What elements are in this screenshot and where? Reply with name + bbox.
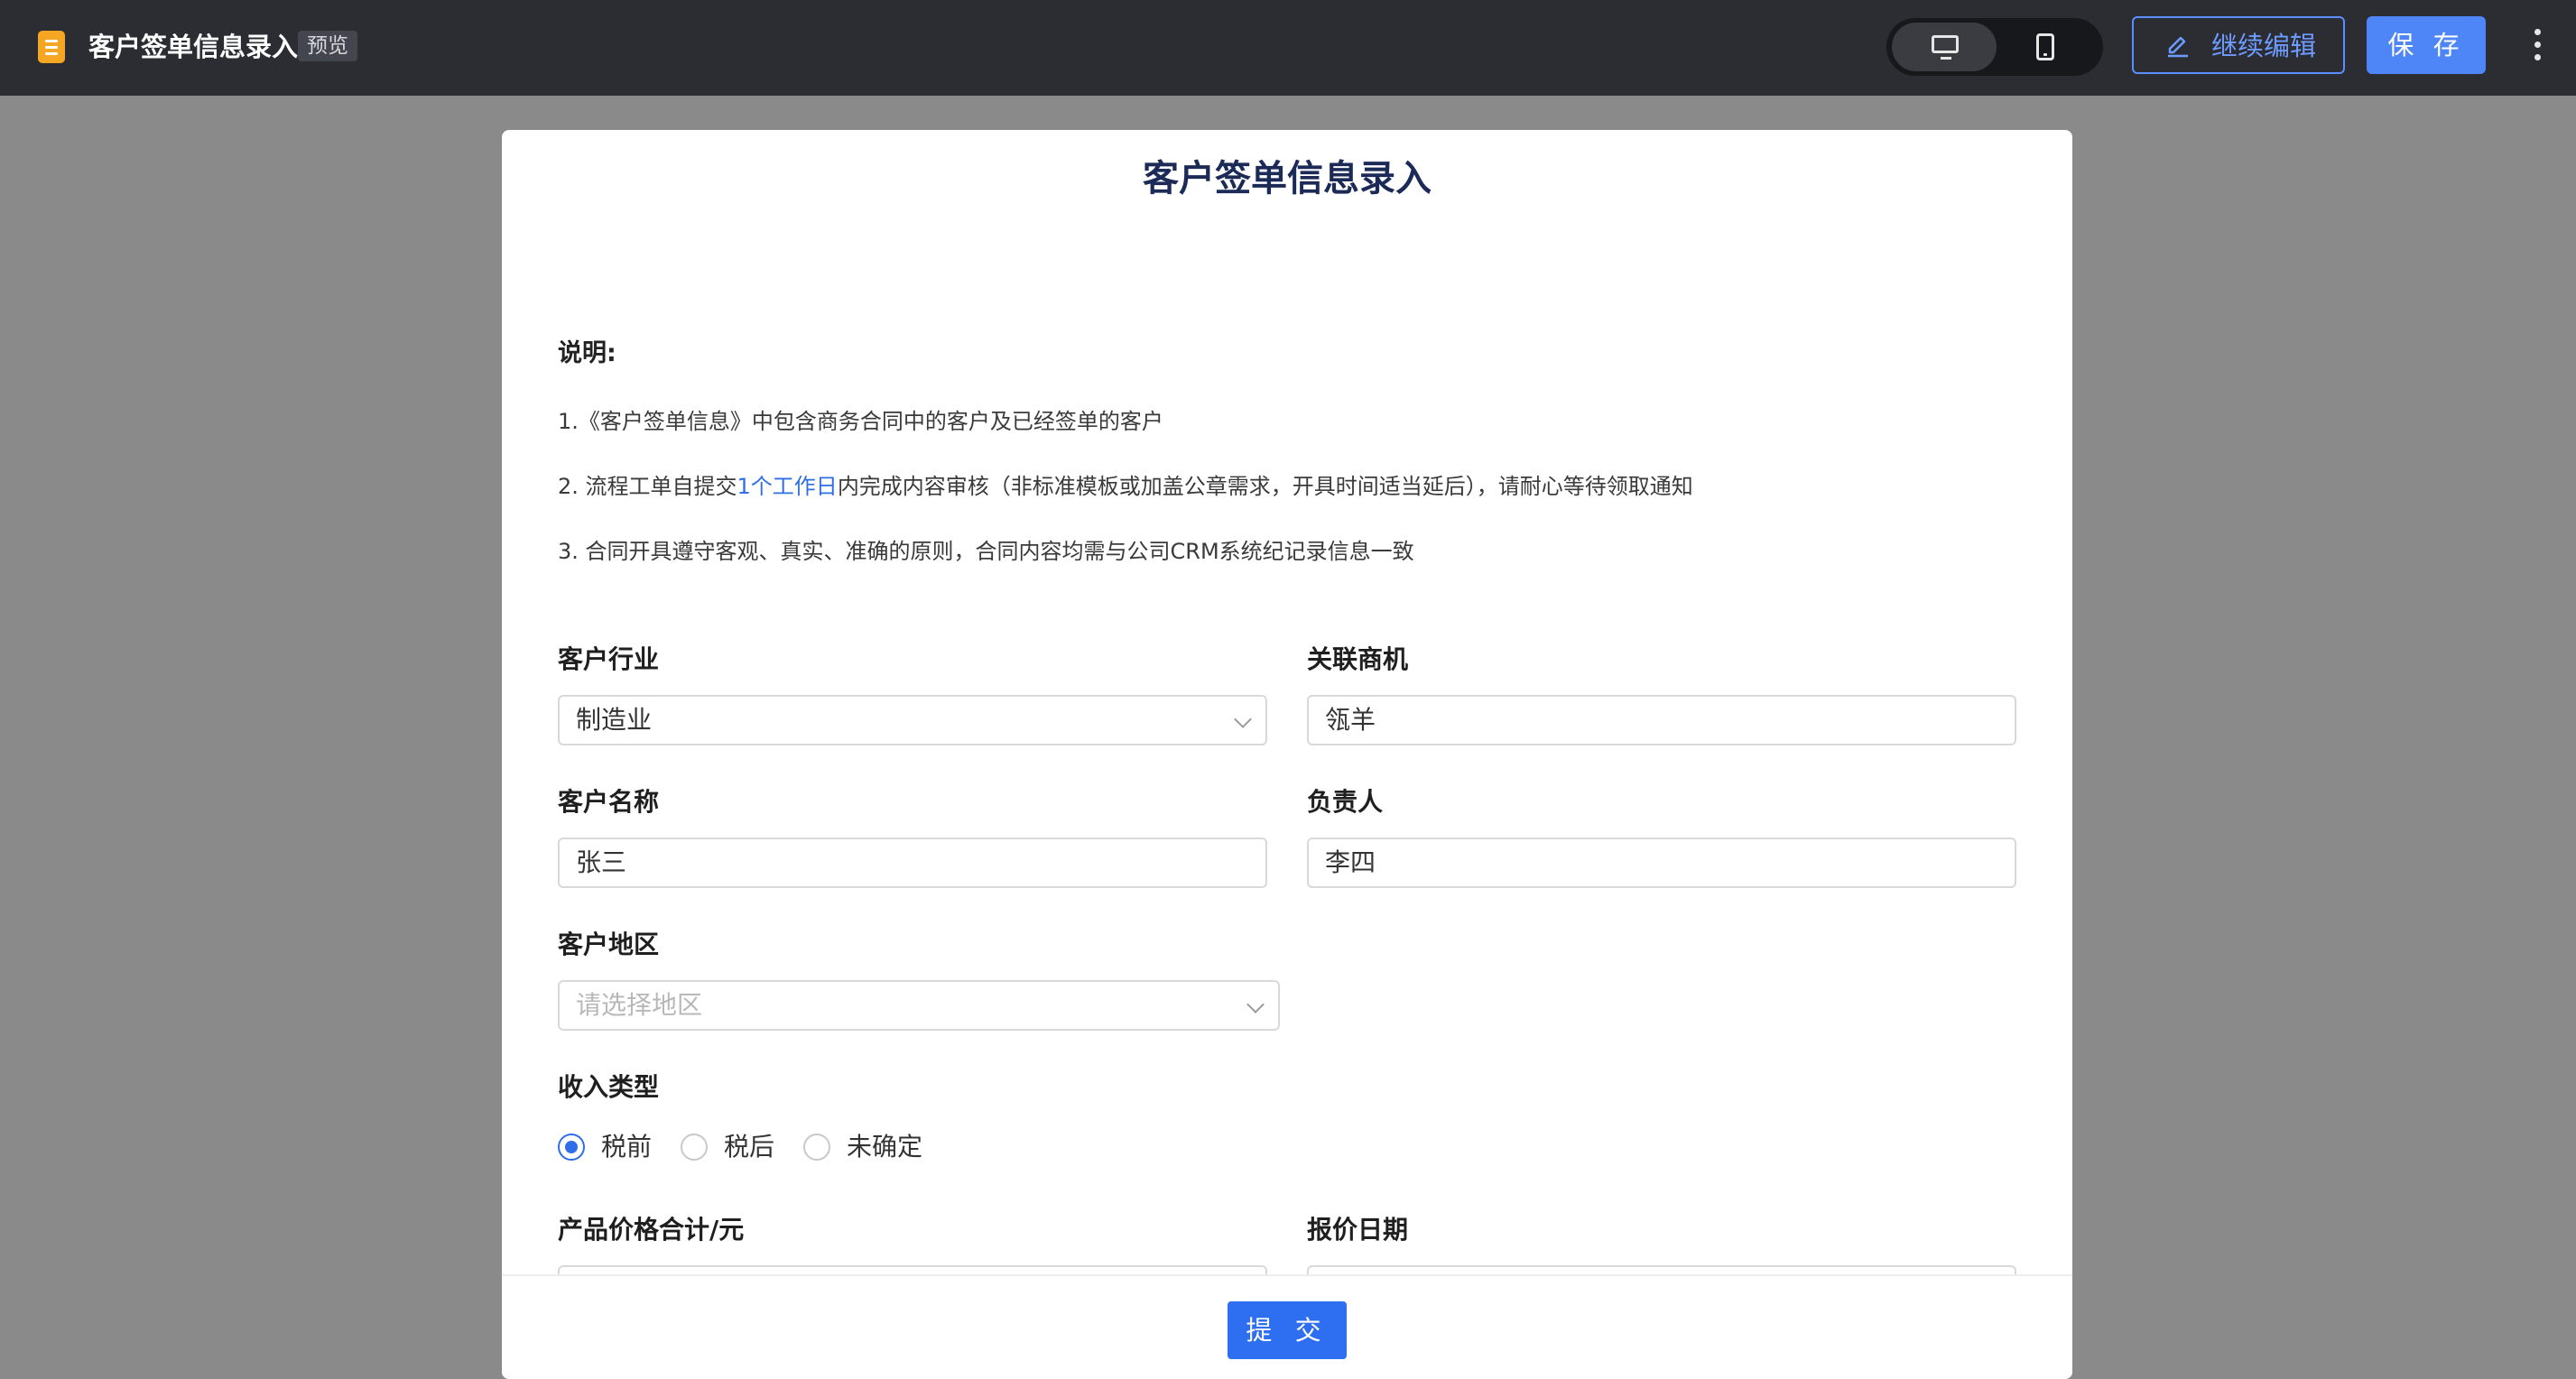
price-total-label: 产品价格合计/元 xyxy=(558,1215,745,1245)
description-line-2-end: 内完成内容审核（非标准模板或加盖公章需求，开具时间适当延后），请耐心等待领取通知 xyxy=(837,474,1693,499)
preview-badge: 预览 xyxy=(298,31,357,61)
more-vertical-icon[interactable] xyxy=(2534,29,2542,65)
description-line-3: 3. 合同开具遵守客观、真实、准确的原则，合同内容均需与公司CRM系统纪记录信息… xyxy=(558,539,1414,564)
chevron-down-icon xyxy=(1234,710,1252,728)
industry-label: 客户行业 xyxy=(558,644,660,674)
owner-value: 李四 xyxy=(1325,847,1376,877)
form-footer: 提 交 xyxy=(502,1274,2072,1379)
opportunity-label: 关联商机 xyxy=(1307,644,1409,674)
submit-button[interactable]: 提 交 xyxy=(1228,1301,1347,1359)
description-line-1: 1.《客户签单信息》中包含商务合同中的客户及已经签单的客户 xyxy=(558,409,1163,434)
opportunity-value: 瓴羊 xyxy=(1325,705,1376,735)
income-type-label: 收入类型 xyxy=(558,1072,660,1102)
description-label: 说明: xyxy=(558,339,616,367)
region-select[interactable]: 请选择地区 xyxy=(558,980,1280,1031)
description-line-2-start: 2. 流程工单自提交 xyxy=(558,474,737,499)
device-toggle xyxy=(1886,18,2103,76)
continue-edit-label: 继续编辑 xyxy=(2211,31,2317,61)
customer-name-value: 张三 xyxy=(576,847,627,877)
radio-undetermined[interactable]: 未确定 xyxy=(803,1128,939,1168)
mobile-view-button[interactable] xyxy=(1993,23,2098,71)
owner-input[interactable]: 李四 xyxy=(1307,838,2016,888)
pencil-icon xyxy=(2168,36,2188,58)
opportunity-input[interactable]: 瓴羊 xyxy=(1307,695,2016,745)
chevron-down-icon xyxy=(1246,995,1265,1013)
radio-label: 税前 xyxy=(601,1132,653,1162)
radio-after-tax[interactable]: 税后 xyxy=(681,1128,789,1168)
radio-label: 未确定 xyxy=(847,1132,923,1162)
form-title: 客户签单信息录入 xyxy=(1143,158,1432,199)
desktop-view-button[interactable] xyxy=(1892,23,1997,71)
radio-checked-icon xyxy=(558,1134,585,1161)
region-placeholder: 请选择地区 xyxy=(576,990,703,1020)
save-button[interactable]: 保 存 xyxy=(2367,16,2486,74)
working-day-highlight: 1个工作日 xyxy=(737,474,838,499)
radio-label: 税后 xyxy=(724,1132,775,1162)
continue-edit-button[interactable]: 继续编辑 xyxy=(2132,16,2345,74)
form-card: 客户签单信息录入 说明: 1.《客户签单信息》中包含商务合同中的客户及已经签单的… xyxy=(502,130,2072,1379)
description-line-2: 2. 流程工单自提交1个工作日内完成内容审核（非标准模板或加盖公章需求，开具时间… xyxy=(558,471,1693,502)
radio-pre-tax[interactable]: 税前 xyxy=(558,1128,666,1168)
industry-value: 制造业 xyxy=(576,705,653,735)
radio-unchecked-icon xyxy=(681,1134,708,1161)
app-title: 客户签单信息录入 xyxy=(88,32,299,62)
customer-name-label: 客户名称 xyxy=(558,787,660,817)
customer-name-input[interactable]: 张三 xyxy=(558,838,1267,888)
mobile-icon xyxy=(2036,33,2054,60)
industry-select[interactable]: 制造业 xyxy=(558,695,1267,745)
top-bar: 客户签单信息录入 预览 继续编辑 保 存 xyxy=(0,0,2576,96)
desktop-icon xyxy=(1932,35,1959,60)
owner-label: 负责人 xyxy=(1307,787,1384,817)
quote-date-label: 报价日期 xyxy=(1307,1215,1409,1245)
radio-unchecked-icon xyxy=(803,1134,830,1161)
document-icon xyxy=(38,31,65,63)
region-label: 客户地区 xyxy=(558,930,660,959)
